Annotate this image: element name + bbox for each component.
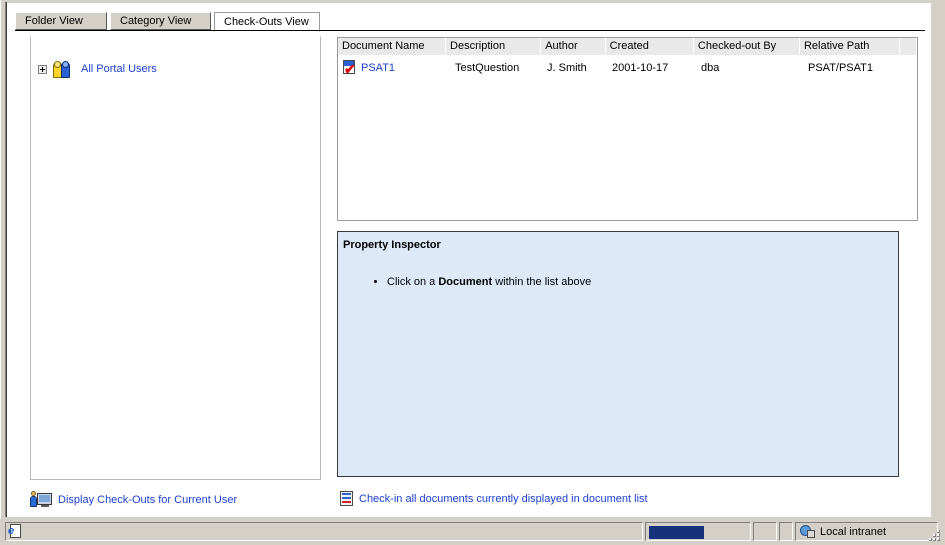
expand-plus-icon[interactable] <box>38 65 47 74</box>
document-name-link[interactable]: PSAT1 <box>361 62 395 74</box>
cell-checked-out-by: dba <box>697 57 803 78</box>
display-checkouts-label: Display Check-Outs for Current User <box>58 494 237 506</box>
cell-relative-path: PSAT/PSAT1 <box>804 57 904 78</box>
checkin-all-link[interactable]: Check-in all documents currently display… <box>340 491 648 506</box>
page-content: Folder View Category View Check-Outs Vie… <box>7 3 931 517</box>
document-list: Document Name Description Author Created… <box>337 37 918 221</box>
column-header-spacer <box>900 38 916 55</box>
property-inspector-panel: Property Inspector Click on a Document w… <box>337 231 899 477</box>
column-header-document-name[interactable]: Document Name <box>338 38 445 55</box>
window-frame-right <box>931 0 945 519</box>
checked-out-document-icon: ✔ <box>342 60 356 75</box>
user-monitor-icon <box>30 491 52 508</box>
view-tabs: Folder View Category View Check-Outs Vie… <box>15 12 925 31</box>
tab-check-outs-view[interactable]: Check-Outs View <box>214 12 320 32</box>
cell-author: J. Smith <box>543 57 607 78</box>
cell-document-name: ✔ PSAT1 <box>338 57 446 78</box>
hint-suffix: within the list above <box>492 276 591 288</box>
browser-window: Folder View Category View Check-Outs Vie… <box>0 0 945 545</box>
hint-bold: Document <box>438 276 492 288</box>
security-zone-label: Local intranet <box>820 526 886 538</box>
tab-folder-view[interactable]: Folder View <box>15 12 107 30</box>
window-frame-left <box>0 0 6 519</box>
tree-item-label[interactable]: All Portal Users <box>77 63 157 75</box>
progress-panel <box>645 522 751 541</box>
table-row[interactable]: ✔ PSAT1 TestQuestion J. Smith 2001-10-17… <box>338 57 917 78</box>
status-spacer-2 <box>779 522 793 541</box>
checkin-all-label: Check-in all documents currently display… <box>359 493 648 505</box>
column-header-created[interactable]: Created <box>606 38 693 55</box>
display-checkouts-link[interactable]: Display Check-Outs for Current User <box>30 491 237 508</box>
status-spacer-1 <box>753 522 777 541</box>
column-header-description[interactable]: Description <box>446 38 540 55</box>
checkin-document-icon <box>340 491 353 506</box>
progress-bar-fill <box>649 526 704 539</box>
list-item: Click on a Document within the list abov… <box>387 275 591 289</box>
property-inspector-hint-list: Click on a Document within the list abov… <box>369 275 591 289</box>
property-inspector-title: Property Inspector <box>343 239 441 251</box>
cell-created: 2001-10-17 <box>608 57 696 78</box>
tab-category-view[interactable]: Category View <box>110 12 211 30</box>
column-header-checked-out-by[interactable]: Checked-out By <box>694 38 799 55</box>
tree-item-all-portal-users[interactable]: All Portal Users <box>38 59 157 79</box>
document-list-header: Document Name Description Author Created… <box>338 38 917 55</box>
cell-description: TestQuestion <box>447 57 542 78</box>
column-header-relative-path[interactable]: Relative Path <box>800 38 899 55</box>
resize-grip[interactable] <box>927 528 941 542</box>
status-bar: e Local intranet <box>3 519 942 543</box>
local-intranet-icon <box>800 524 816 539</box>
security-zone-panel[interactable]: Local intranet <box>795 522 938 541</box>
tab-underline <box>15 30 925 31</box>
hint-prefix: Click on a <box>387 276 438 288</box>
portal-tree-panel: All Portal Users <box>30 36 321 480</box>
column-header-author[interactable]: Author <box>541 38 604 55</box>
browser-page-icon: e <box>8 524 23 539</box>
status-message-panel: e <box>5 522 643 541</box>
users-icon <box>52 61 72 78</box>
